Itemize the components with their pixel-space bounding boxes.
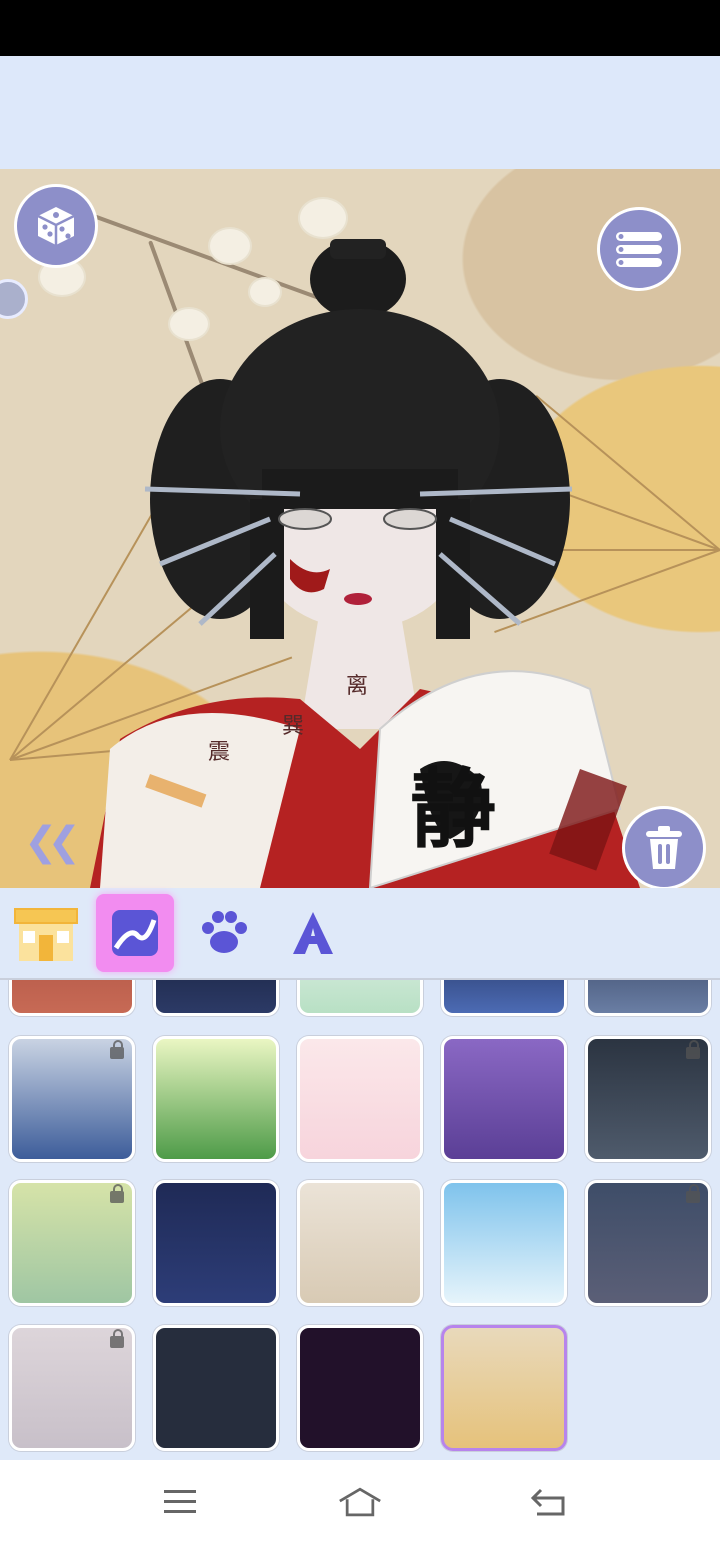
background-option-spider-web[interactable] xyxy=(585,1036,711,1162)
list-icon xyxy=(616,232,662,267)
background-option-starry-mountains[interactable] xyxy=(441,980,567,1016)
background-option-blue-bamboo[interactable] xyxy=(9,1036,135,1162)
nav-home-button[interactable] xyxy=(338,1480,382,1524)
nav-back-button[interactable] xyxy=(527,1480,571,1524)
lock-icon xyxy=(686,1040,700,1059)
random-button[interactable] xyxy=(14,184,98,268)
menu-icon xyxy=(164,1490,196,1513)
home-icon xyxy=(339,1487,381,1517)
background-option-ivy-wall[interactable] xyxy=(297,1180,423,1306)
nav-menu-button[interactable] xyxy=(158,1480,202,1524)
background-option-pink-bubbles[interactable] xyxy=(297,1325,423,1451)
status-bar xyxy=(0,0,720,56)
background-option-golden-fans[interactable] xyxy=(441,1325,567,1451)
background-option-night-sparkle[interactable] xyxy=(585,980,711,1016)
lock-icon xyxy=(110,1184,124,1203)
back-icon xyxy=(530,1488,565,1516)
background-image-icon xyxy=(112,910,158,956)
background-option-lace[interactable] xyxy=(9,1325,135,1451)
lock-icon xyxy=(110,1040,124,1059)
paw-icon xyxy=(202,911,247,953)
shop-icon xyxy=(14,908,78,961)
background-option-golden-waves[interactable] xyxy=(9,1180,135,1306)
tattoo-xun: 巽 xyxy=(282,714,304,739)
background-option-lily-pond[interactable] xyxy=(297,980,423,1016)
dice-icon xyxy=(37,207,75,245)
lock-icon xyxy=(686,1184,700,1203)
background-option-dusk-moon[interactable] xyxy=(585,1180,711,1306)
double-chevron-left-icon: ❮❮ xyxy=(24,819,81,865)
menu-button[interactable] xyxy=(597,207,681,291)
background-option-moon-night[interactable] xyxy=(153,980,279,1016)
tab-shop[interactable] xyxy=(7,894,85,972)
tattoo-li: 离 xyxy=(346,674,368,699)
top-band xyxy=(0,56,720,169)
text-a-icon xyxy=(293,912,333,954)
tattoo-zhen: 震 xyxy=(208,740,230,765)
background-option-teal-splash[interactable] xyxy=(153,1325,279,1451)
collapse-button[interactable]: ❮❮ xyxy=(24,819,81,865)
fan-calligraphy: 静 xyxy=(410,759,496,860)
tab-text[interactable] xyxy=(274,894,352,972)
background-option-mars[interactable] xyxy=(9,980,135,1016)
tab-pets[interactable] xyxy=(185,894,263,972)
background-grid xyxy=(0,980,720,1460)
system-nav-bar xyxy=(0,1460,720,1544)
character-canvas[interactable]: 离 巽 震 静 ❮❮ xyxy=(0,169,720,888)
background-option-pink-pattern[interactable] xyxy=(297,1036,423,1162)
category-tabs xyxy=(0,888,720,980)
background-option-green-mountain[interactable] xyxy=(153,1036,279,1162)
background-option-sea-waves-night[interactable] xyxy=(153,1180,279,1306)
trash-icon xyxy=(646,826,682,869)
lock-icon xyxy=(110,1329,124,1348)
background-option-purple-clouds[interactable] xyxy=(441,1036,567,1162)
tab-backgrounds[interactable] xyxy=(96,894,174,972)
background-option-cloud-sky[interactable] xyxy=(441,1180,567,1306)
delete-button[interactable] xyxy=(622,806,706,888)
